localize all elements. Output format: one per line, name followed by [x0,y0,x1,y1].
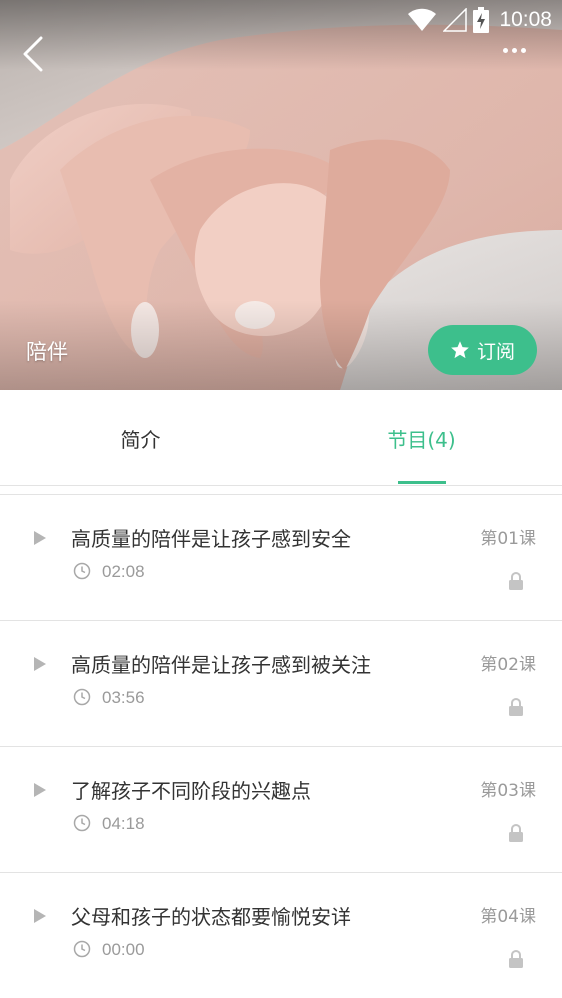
more-icon [511,47,517,53]
tab-bar: 简介 节目(4) [0,390,562,486]
battery-icon [473,7,490,33]
play-icon [34,909,46,923]
clock-icon [73,562,91,580]
tab-episodes[interactable]: 节目(4) [281,390,562,486]
subscribe-label: 订阅 [476,340,515,363]
episode-lesson-number: 第04课 [480,907,536,927]
episode-title: 父母和孩子的状态都要愉悦安详 [71,905,351,929]
clock-icon [73,814,91,832]
hero-banner: 10:08 陪伴 订阅 [0,0,562,390]
lock-icon [509,950,523,968]
episode-duration: 02:08 [102,562,145,581]
status-time: 10:08 [499,8,552,31]
episode-duration: 00:00 [102,940,145,959]
play-icon [34,657,46,671]
subscribe-button[interactable]: 订阅 [428,325,537,375]
tab-intro-label: 简介 [120,427,161,452]
tab-indicator [398,481,446,484]
status-bar: 10:08 [0,0,562,40]
lock-icon [509,824,523,842]
episode-title: 高质量的陪伴是让孩子感到被关注 [71,653,371,677]
more-button[interactable] [500,40,528,60]
list-item[interactable]: 高质量的陪伴是让孩子感到安全 02:08 第01课 [0,495,562,621]
star-icon [451,341,469,359]
play-icon [34,531,46,545]
tab-episodes-label: 节目(4) [387,427,456,452]
episode-duration: 03:56 [102,688,145,707]
episode-list: 高质量的陪伴是让孩子感到安全 02:08 第01课 高质量的陪伴是让孩子感到被关… [0,494,562,998]
wifi-icon [408,8,437,31]
more-icon [520,47,526,53]
course-title: 陪伴 [26,340,68,364]
episode-lesson-number: 第01课 [480,529,536,549]
list-item[interactable]: 高质量的陪伴是让孩子感到被关注 03:56 第02课 [0,621,562,747]
episode-lesson-number: 第03课 [480,781,536,801]
episode-duration: 04:18 [102,814,145,833]
episode-lesson-number: 第02课 [480,655,536,675]
lock-icon [509,698,523,716]
list-item[interactable]: 了解孩子不同阶段的兴趣点 04:18 第03课 [0,747,562,873]
episode-title: 高质量的陪伴是让孩子感到安全 [71,527,351,551]
list-item[interactable]: 父母和孩子的状态都要愉悦安详 00:00 第04课 [0,873,562,998]
back-arrow-icon [23,36,43,72]
clock-icon [73,688,91,706]
status-icons: 10:08 [407,6,552,34]
signal-icon [443,8,468,32]
back-button[interactable] [16,34,50,74]
clock-icon [73,940,91,958]
tab-intro[interactable]: 简介 [0,390,281,486]
play-icon [34,783,46,797]
more-icon [502,47,508,53]
lock-icon [509,572,523,590]
episode-title: 了解孩子不同阶段的兴趣点 [71,779,311,803]
